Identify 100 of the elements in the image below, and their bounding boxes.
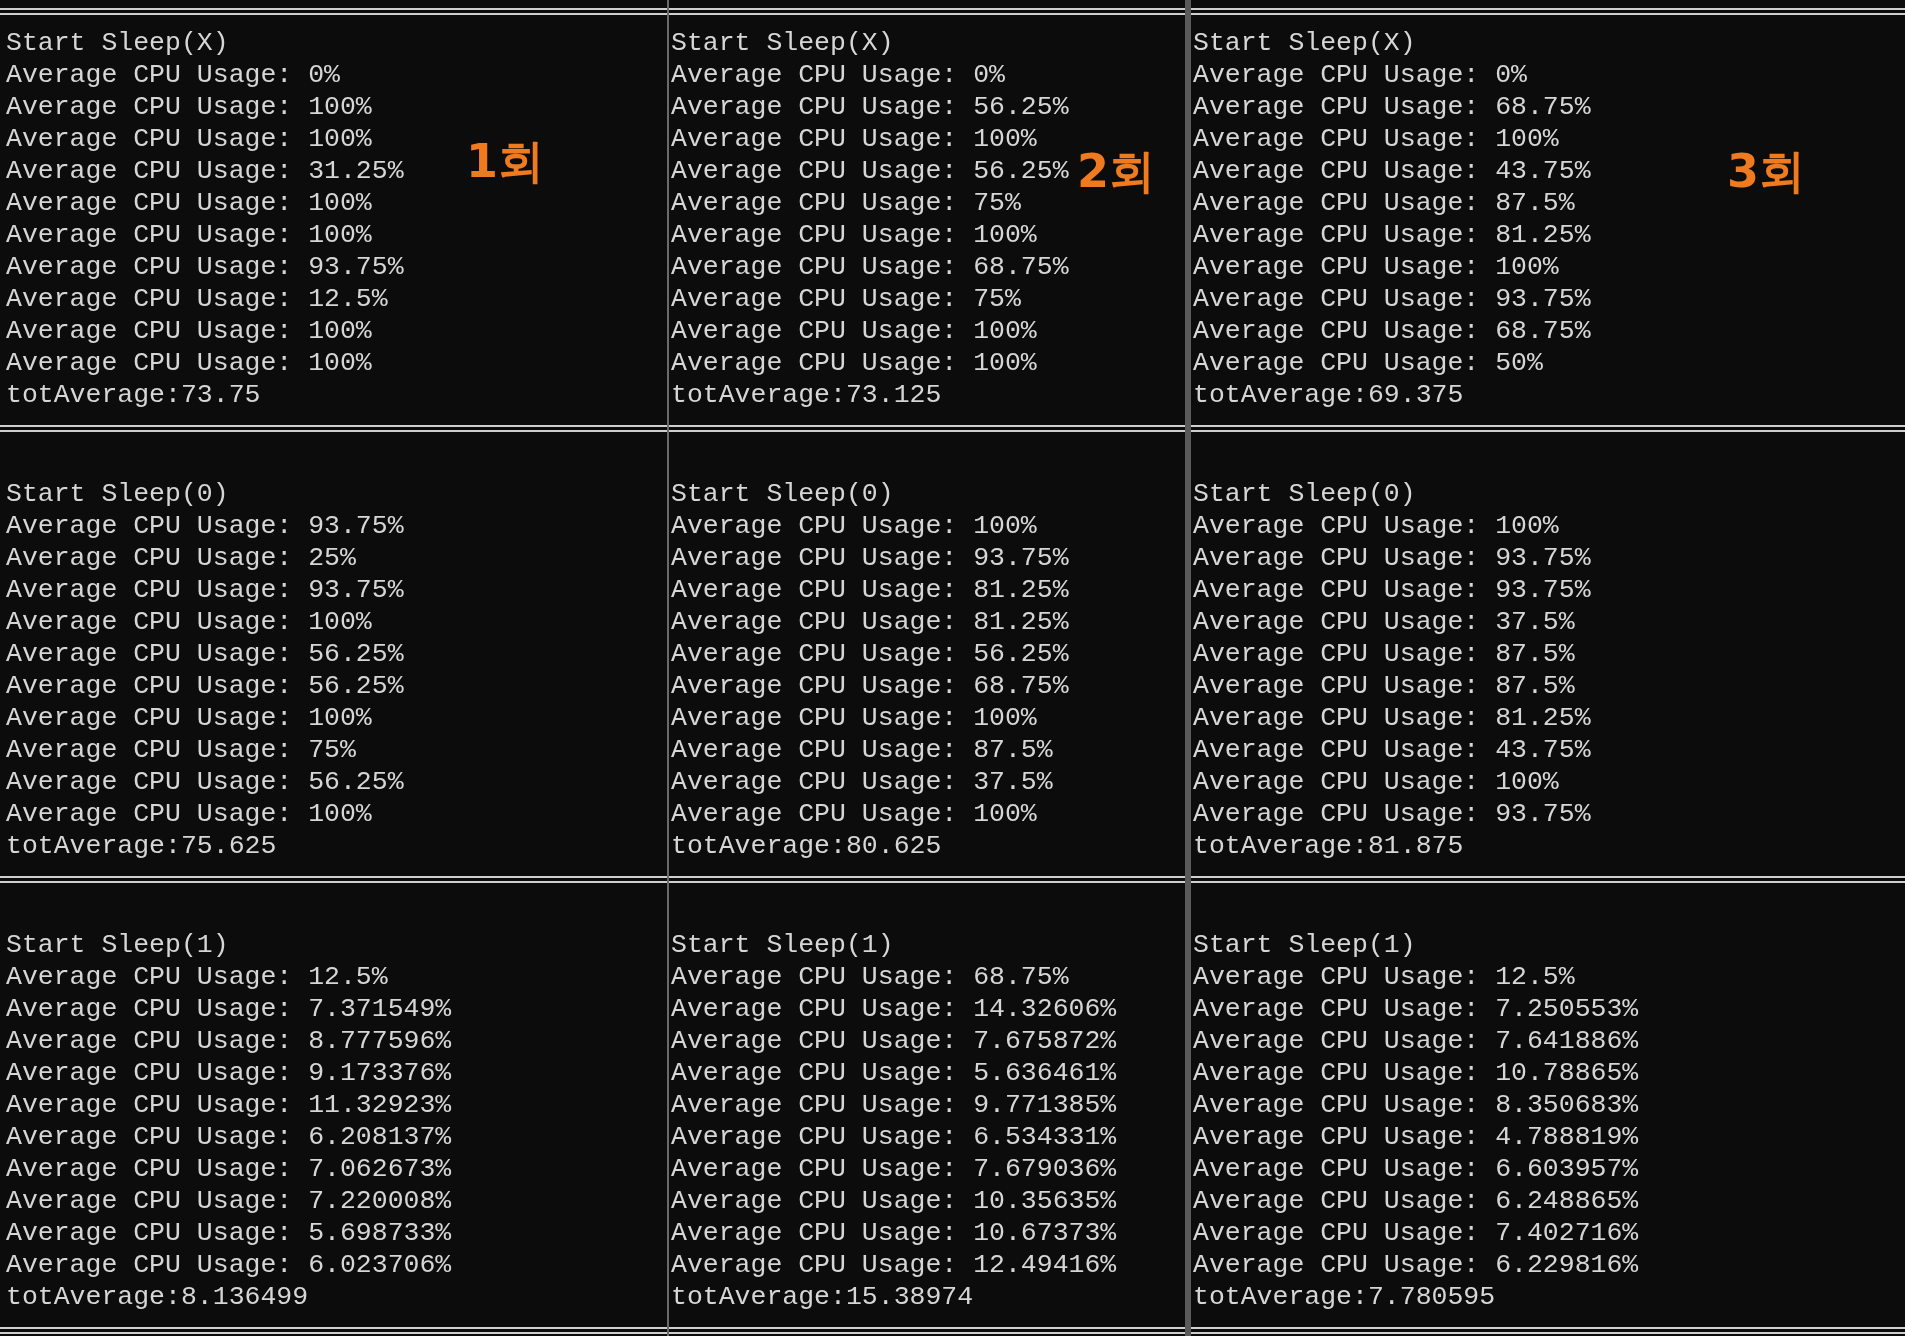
console-line: Average CPU Usage: 8.350683% — [1193, 1089, 1639, 1121]
console-line: Average CPU Usage: 68.75% — [1193, 315, 1591, 347]
console-line: Average CPU Usage: 7.641886% — [1193, 1025, 1639, 1057]
console-line: Average CPU Usage: 7.402716% — [1193, 1217, 1639, 1249]
console-line: Average CPU Usage: 87.5% — [671, 734, 1053, 766]
console-line: Average CPU Usage: 100% — [6, 347, 372, 379]
console-line: Average CPU Usage: 81.25% — [671, 574, 1069, 606]
console-line: Average CPU Usage: 100% — [6, 219, 372, 251]
console-line: Start Sleep(X) — [1193, 27, 1416, 59]
console-line: Average CPU Usage: 4.788819% — [1193, 1121, 1639, 1153]
console-line: Average CPU Usage: 7.675872% — [671, 1025, 1117, 1057]
console-line: totAverage:73.75 — [6, 379, 261, 411]
console-line: Average CPU Usage: 100% — [6, 798, 372, 830]
console-line: Average CPU Usage: 56.25% — [6, 766, 404, 798]
console-line: Average CPU Usage: 93.75% — [1193, 798, 1591, 830]
console-line: Start Sleep(0) — [671, 478, 894, 510]
console-line: Average CPU Usage: 100% — [1193, 766, 1559, 798]
console-line: Average CPU Usage: 56.25% — [6, 638, 404, 670]
console-line: Start Sleep(1) — [671, 929, 894, 961]
console-line: totAverage:69.375 — [1193, 379, 1464, 411]
console-line: Average CPU Usage: 10.78865% — [1193, 1057, 1639, 1089]
console-line: Average CPU Usage: 50% — [1193, 347, 1543, 379]
console-line: totAverage:8.136499 — [6, 1281, 309, 1313]
console-line: totAverage:7.780595 — [1193, 1281, 1496, 1313]
console-line: Start Sleep(1) — [1193, 929, 1416, 961]
console-line: Average CPU Usage: 14.32606% — [671, 993, 1117, 1025]
console-line: Average CPU Usage: 100% — [6, 123, 372, 155]
console-line: Average CPU Usage: 75% — [6, 734, 356, 766]
console-line: Average CPU Usage: 81.25% — [1193, 219, 1591, 251]
console-line: Start Sleep(X) — [6, 27, 229, 59]
console-line: Average CPU Usage: 43.75% — [1193, 155, 1591, 187]
console-line: Average CPU Usage: 68.75% — [671, 961, 1069, 993]
console-line: Average CPU Usage: 81.25% — [1193, 702, 1591, 734]
console-line: totAverage:73.125 — [671, 379, 942, 411]
console-line: Average CPU Usage: 6.534331% — [671, 1121, 1117, 1153]
run-label: 1회 — [466, 138, 544, 184]
console-line: Average CPU Usage: 10.35635% — [671, 1185, 1117, 1217]
console-line: Average CPU Usage: 93.75% — [6, 574, 404, 606]
console-line: Average CPU Usage: 100% — [671, 510, 1037, 542]
console-line: Average CPU Usage: 7.250553% — [1193, 993, 1639, 1025]
console-line: Average CPU Usage: 56.25% — [671, 91, 1069, 123]
console-line: Average CPU Usage: 7.062673% — [6, 1153, 452, 1185]
console-line: Average CPU Usage: 56.25% — [6, 670, 404, 702]
console-line: Average CPU Usage: 31.25% — [6, 155, 404, 187]
console-line: Average CPU Usage: 37.5% — [1193, 606, 1575, 638]
console-line: Average CPU Usage: 93.75% — [1193, 542, 1591, 574]
console-line: Average CPU Usage: 87.5% — [1193, 187, 1575, 219]
console-line: Start Sleep(0) — [6, 478, 229, 510]
console-line: Average CPU Usage: 100% — [6, 702, 372, 734]
console-line: Average CPU Usage: 100% — [1193, 123, 1559, 155]
console-line: Average CPU Usage: 93.75% — [6, 251, 404, 283]
console-line: Average CPU Usage: 75% — [671, 283, 1021, 315]
console-line: Average CPU Usage: 93.75% — [1193, 574, 1591, 606]
console-line: Average CPU Usage: 0% — [1193, 59, 1527, 91]
console-line: totAverage:15.38974 — [671, 1281, 974, 1313]
console-line: Average CPU Usage: 100% — [671, 347, 1037, 379]
run-label: 3회 — [1727, 148, 1805, 194]
console-line: totAverage:81.875 — [1193, 830, 1464, 862]
console-line: Average CPU Usage: 37.5% — [671, 766, 1053, 798]
console-line: Average CPU Usage: 100% — [671, 219, 1037, 251]
console-line: Average CPU Usage: 100% — [1193, 251, 1559, 283]
console-line: Average CPU Usage: 7.371549% — [6, 993, 452, 1025]
console-line: Average CPU Usage: 93.75% — [1193, 283, 1591, 315]
console-line: Average CPU Usage: 25% — [6, 542, 356, 574]
console-line: Average CPU Usage: 68.75% — [671, 670, 1069, 702]
console-line: Average CPU Usage: 87.5% — [1193, 638, 1575, 670]
console-line: Average CPU Usage: 9.173376% — [6, 1057, 452, 1089]
console-line: Average CPU Usage: 100% — [6, 315, 372, 347]
console-line: Average CPU Usage: 10.67373% — [671, 1217, 1117, 1249]
console-line: Average CPU Usage: 6.248865% — [1193, 1185, 1639, 1217]
console-line: Average CPU Usage: 7.679036% — [671, 1153, 1117, 1185]
console-line: Average CPU Usage: 0% — [6, 59, 340, 91]
console-line: Average CPU Usage: 9.771385% — [671, 1089, 1117, 1121]
console-line: Average CPU Usage: 100% — [671, 315, 1037, 347]
console-line: Average CPU Usage: 6.023706% — [6, 1249, 452, 1281]
console-line: Average CPU Usage: 93.75% — [671, 542, 1069, 574]
console-line: Average CPU Usage: 100% — [1193, 510, 1559, 542]
console-line: Average CPU Usage: 5.698733% — [6, 1217, 452, 1249]
console-line: Average CPU Usage: 68.75% — [671, 251, 1069, 283]
console-line: Average CPU Usage: 87.5% — [1193, 670, 1575, 702]
console-line: totAverage:75.625 — [6, 830, 277, 862]
console-line: Average CPU Usage: 75% — [671, 187, 1021, 219]
console-line: Average CPU Usage: 8.777596% — [6, 1025, 452, 1057]
console-line: Average CPU Usage: 12.5% — [1193, 961, 1575, 993]
console-line: Average CPU Usage: 7.220008% — [6, 1185, 452, 1217]
console-line: Average CPU Usage: 100% — [671, 702, 1037, 734]
console-line: Average CPU Usage: 11.32923% — [6, 1089, 452, 1121]
console-line: Average CPU Usage: 5.636461% — [671, 1057, 1117, 1089]
console-line: Average CPU Usage: 6.603957% — [1193, 1153, 1639, 1185]
console-line: Average CPU Usage: 43.75% — [1193, 734, 1591, 766]
console-line: Average CPU Usage: 6.229816% — [1193, 1249, 1639, 1281]
run-label: 2회 — [1077, 148, 1155, 194]
console-line: Average CPU Usage: 68.75% — [1193, 91, 1591, 123]
console-line: Start Sleep(0) — [1193, 478, 1416, 510]
console-line: Average CPU Usage: 100% — [6, 187, 372, 219]
console-line: Average CPU Usage: 12.5% — [6, 961, 388, 993]
console-line: Average CPU Usage: 100% — [6, 91, 372, 123]
console-line: Average CPU Usage: 100% — [671, 798, 1037, 830]
console-line: Start Sleep(1) — [6, 929, 229, 961]
console-line: Average CPU Usage: 100% — [6, 606, 372, 638]
